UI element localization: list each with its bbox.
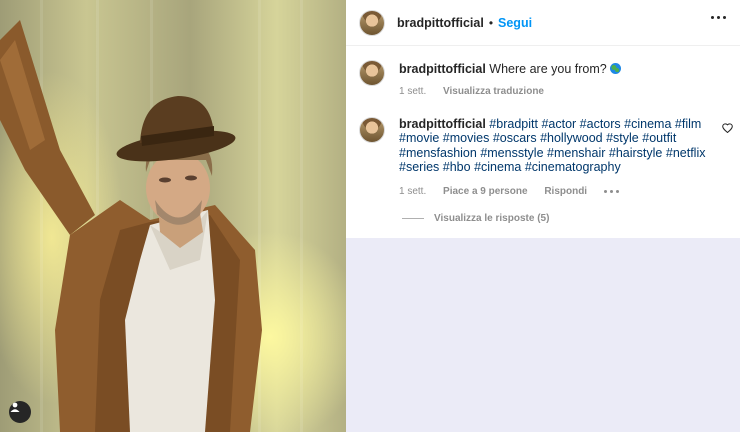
- globe-icon: [610, 63, 622, 74]
- hashtag-link[interactable]: #hbo: [443, 160, 471, 174]
- user-tag-icon[interactable]: [9, 401, 31, 423]
- avatar[interactable]: [359, 9, 385, 36]
- avatar[interactable]: [359, 117, 385, 143]
- comment-time[interactable]: 1 sett.: [399, 86, 426, 97]
- hashtag-link[interactable]: #cinema: [474, 160, 521, 174]
- post-details-panel: bradpittofficial • Segui bradpittofficia…: [346, 0, 740, 238]
- hashtag-link[interactable]: #netflix: [666, 146, 706, 160]
- hashtag-link[interactable]: #movies: [443, 131, 490, 145]
- view-replies-button[interactable]: Visualizza le risposte (5): [402, 213, 549, 224]
- more-horizontal-icon[interactable]: [711, 16, 726, 19]
- likes-count[interactable]: Piace a 9 persone: [443, 186, 528, 197]
- hashtag-link[interactable]: #hollywood: [540, 131, 603, 145]
- hashtag-link[interactable]: #cinematography: [525, 160, 621, 174]
- header-username[interactable]: bradpittofficial: [397, 16, 484, 30]
- translate-link[interactable]: Visualizza traduzione: [443, 86, 544, 97]
- replies-divider: [402, 218, 424, 219]
- comment-username[interactable]: bradpittofficial: [399, 117, 486, 131]
- post-photo[interactable]: [0, 0, 346, 432]
- hashtag-link[interactable]: #cinema: [624, 117, 671, 131]
- heart-icon[interactable]: [722, 120, 733, 138]
- comment-options-icon[interactable]: [603, 189, 619, 193]
- hashtag-link[interactable]: #series: [399, 160, 439, 174]
- hashtag-link[interactable]: #menshair: [547, 146, 605, 160]
- comment-meta: 1 sett. Visualizza traduzione: [399, 86, 558, 97]
- comment-body: bradpittofficial Where are you from?: [399, 62, 717, 76]
- person-illustration: [0, 20, 262, 432]
- separator-dot: •: [488, 15, 494, 30]
- follow-button[interactable]: Segui: [498, 16, 532, 30]
- comment-body: bradpittofficial #bradpitt #actor #actor…: [399, 117, 717, 175]
- hashtag-link[interactable]: #film: [675, 117, 701, 131]
- hashtag-link[interactable]: #style: [606, 131, 639, 145]
- hashtag-link[interactable]: #mensfashion: [399, 146, 477, 160]
- hashtag-link[interactable]: #movie: [399, 131, 439, 145]
- comment-time[interactable]: 1 sett.: [399, 186, 426, 197]
- view-replies-label[interactable]: Visualizza le risposte (5): [434, 213, 549, 224]
- comment-meta: 1 sett. Piace a 9 persone Rispondi: [399, 186, 633, 197]
- comment-text: Where are you from?: [489, 62, 607, 76]
- comment-username[interactable]: bradpittofficial: [399, 62, 486, 76]
- hashtag-link[interactable]: #mensstyle: [480, 146, 543, 160]
- avatar[interactable]: [359, 60, 385, 86]
- hashtag-link[interactable]: #actor: [541, 117, 576, 131]
- hashtag-link[interactable]: #hairstyle: [609, 146, 663, 160]
- hashtag-link[interactable]: #bradpitt: [489, 117, 538, 131]
- hashtag-link[interactable]: #outfit: [642, 131, 676, 145]
- post-header: bradpittofficial • Segui: [346, 0, 740, 46]
- reply-button[interactable]: Rispondi: [544, 186, 587, 197]
- hashtag-link[interactable]: #oscars: [493, 131, 537, 145]
- hashtag-link[interactable]: #actors: [580, 117, 621, 131]
